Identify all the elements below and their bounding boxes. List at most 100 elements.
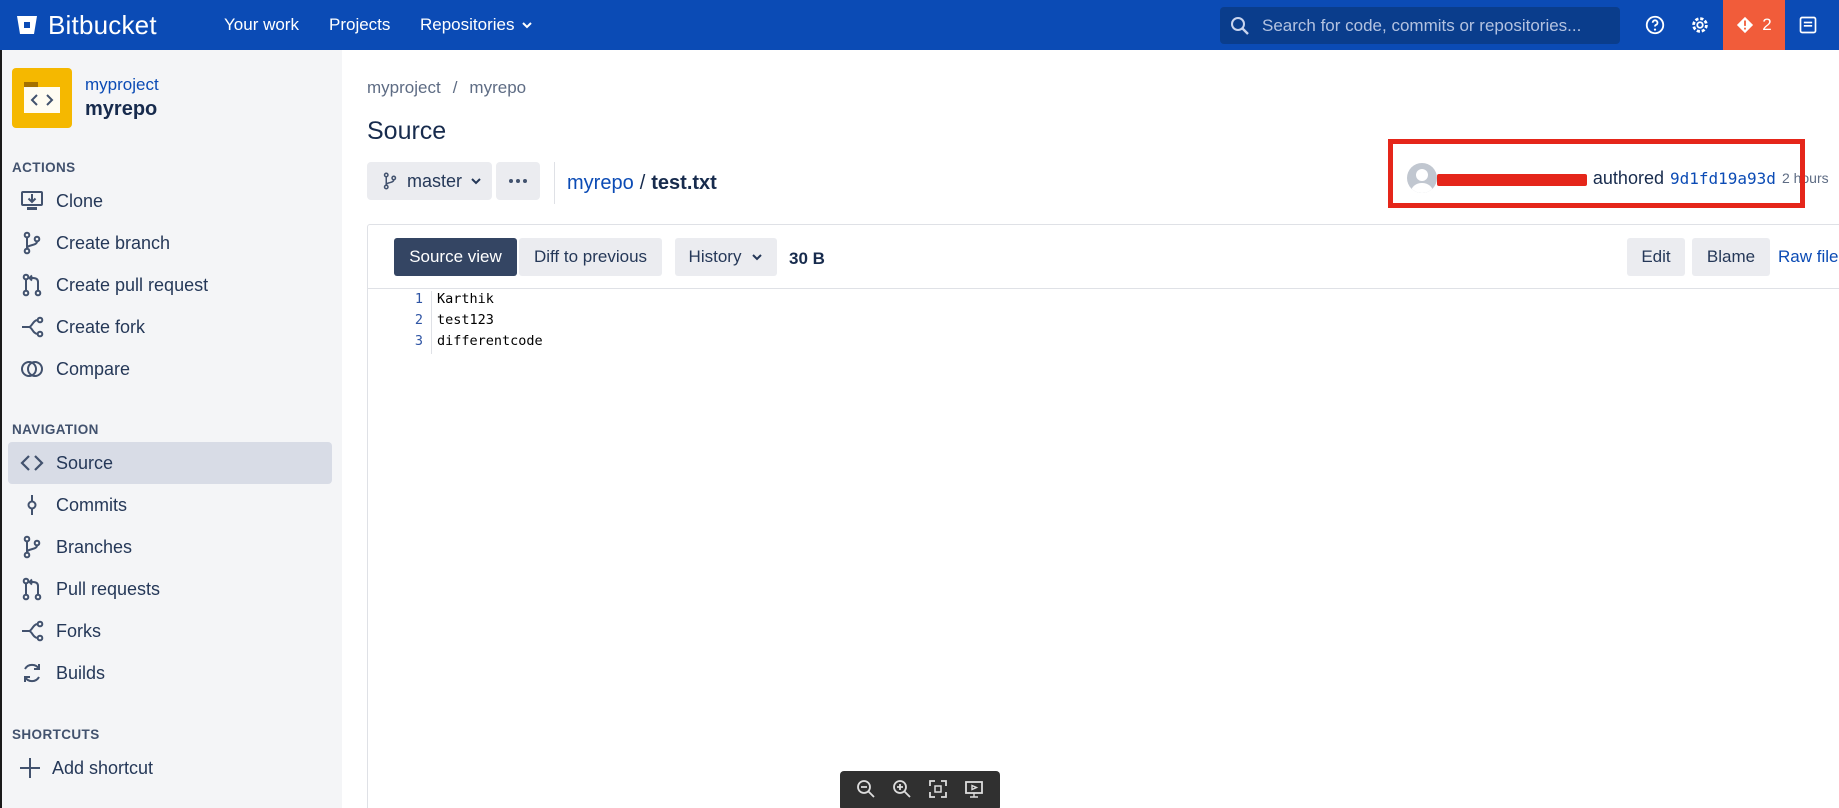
sidebar-item-branches[interactable]: Branches <box>8 526 332 568</box>
file-path: myrepo / test.txt <box>567 172 717 195</box>
annotation-highlight-box <box>1388 139 1805 208</box>
diff-to-previous-button[interactable]: Diff to previous <box>519 238 662 276</box>
branch-selector[interactable]: master <box>367 162 492 200</box>
navigation-section-title: NAVIGATION <box>12 422 99 437</box>
file-viewer: Source view Diff to previous History 30 … <box>367 224 1839 808</box>
zoom-in-button[interactable] <box>892 779 912 804</box>
blame-button[interactable]: Blame <box>1692 238 1770 276</box>
settings-icon <box>1692 17 1708 33</box>
help-icon <box>1645 15 1665 35</box>
profile-card-icon <box>1799 16 1817 34</box>
help-button[interactable] <box>1643 13 1667 37</box>
code-line: 1 Karthik <box>368 291 494 312</box>
sidebar-item-label: Builds <box>56 662 106 683</box>
nav-projects[interactable]: Projects <box>329 15 390 35</box>
chevron-down-icon <box>521 22 532 29</box>
profile-button[interactable] <box>1796 13 1820 37</box>
file-toolbar: Source view Diff to previous History 30 … <box>368 225 1839 289</box>
sidebar-item-label: Pull requests <box>56 578 161 599</box>
repo-name[interactable]: myrepo <box>85 96 159 122</box>
line-text: test123 <box>437 312 494 328</box>
fit-screen-button[interactable] <box>928 779 948 804</box>
branch-icon <box>23 231 41 255</box>
zoom-out-button[interactable] <box>856 779 876 804</box>
compare-icon <box>21 361 43 377</box>
sidebar-item-builds[interactable]: Builds <box>8 652 332 694</box>
sidebar-item-label: Branches <box>56 536 133 557</box>
sidebar-item-label: Forks <box>56 620 101 641</box>
divider <box>554 162 555 204</box>
alert-count: 2 <box>1762 15 1772 34</box>
plus-icon <box>20 758 40 778</box>
file-path-separator: / <box>639 172 646 194</box>
sidebar-item-create-pull-request[interactable]: Create pull request <box>8 264 332 306</box>
repo-avatar[interactable] <box>12 68 72 128</box>
zoom-in-icon <box>893 779 911 798</box>
code-line: 3 differentcode <box>368 333 543 354</box>
raw-file-link[interactable]: Raw file <box>1778 238 1839 276</box>
settings-button[interactable] <box>1688 13 1712 37</box>
breadcrumb: myproject / myrepo <box>367 78 526 98</box>
file-size: 30 B <box>789 249 825 268</box>
nav-repositories-label: Repositories <box>420 15 515 34</box>
brand-name: Bitbucket <box>48 10 157 40</box>
nav-repositories-dropdown[interactable]: Repositories <box>420 15 533 35</box>
zoom-out-icon <box>857 779 875 798</box>
repo-header: myproject myrepo <box>12 68 159 128</box>
add-shortcut-label: Add shortcut <box>52 757 154 778</box>
commit-icon <box>27 495 37 515</box>
source-view-button[interactable]: Source view <box>394 238 517 276</box>
history-dropdown[interactable]: History <box>675 238 777 276</box>
sidebar-item-source[interactable]: Source <box>8 442 332 484</box>
fit-screen-icon <box>929 779 947 798</box>
line-text: Karthik <box>437 291 494 307</box>
sidebar-item-pull-requests[interactable]: Pull requests <box>8 568 332 610</box>
pull-request-icon <box>22 577 42 601</box>
code-icon <box>20 455 44 471</box>
sidebar-item-forks[interactable]: Forks <box>8 610 332 652</box>
chevron-down-icon <box>752 254 763 261</box>
present-button[interactable] <box>964 779 984 804</box>
edit-button[interactable]: Edit <box>1627 238 1685 276</box>
alert-icon <box>1737 16 1754 34</box>
line-text: differentcode <box>437 333 543 349</box>
branch-icon <box>23 535 41 559</box>
sidebar-item-commits[interactable]: Commits <box>8 484 332 526</box>
breadcrumb-repo[interactable]: myrepo <box>469 78 526 98</box>
line-number[interactable]: 1 <box>368 291 431 312</box>
sidebar-item-create-fork[interactable]: Create fork <box>8 306 332 348</box>
branch-icon <box>383 172 397 190</box>
chevron-down-icon <box>471 178 481 185</box>
zoom-toolbar <box>840 771 1000 808</box>
sidebar-item-label: Commits <box>56 494 127 515</box>
alerts-button[interactable]: 2 <box>1723 0 1785 50</box>
clone-icon <box>21 191 43 210</box>
fork-icon <box>22 620 44 642</box>
fork-icon <box>22 316 44 338</box>
sidebar-item-compare[interactable]: Compare <box>8 348 332 390</box>
branch-name: master <box>407 170 463 191</box>
search-box[interactable] <box>1220 7 1620 44</box>
file-path-repo[interactable]: myrepo <box>567 172 634 195</box>
line-number[interactable]: 3 <box>368 333 431 354</box>
search-input[interactable] <box>1262 15 1612 36</box>
folder-code-icon <box>24 82 60 113</box>
sidebar-item-create-branch[interactable]: Create branch <box>8 222 332 264</box>
present-icon <box>965 780 983 798</box>
bitbucket-logo[interactable]: Bitbucket <box>16 12 157 38</box>
sidebar-item-label: Create fork <box>56 316 146 337</box>
add-shortcut-button[interactable]: Add shortcut <box>8 747 332 789</box>
more-actions-button[interactable] <box>496 162 540 200</box>
shortcuts-section-title: SHORTCUTS <box>12 727 100 742</box>
page-title: Source <box>367 117 447 145</box>
sidebar-item-label: Create pull request <box>56 274 209 295</box>
sidebar-item-label: Clone <box>56 190 104 211</box>
sidebar-item-label: Create branch <box>56 232 171 253</box>
history-label: History <box>688 247 742 266</box>
project-link[interactable]: myproject <box>85 74 159 96</box>
builds-icon <box>24 663 40 683</box>
nav-your-work[interactable]: Your work <box>224 15 299 35</box>
sidebar-item-clone[interactable]: Clone <box>8 180 332 222</box>
breadcrumb-project[interactable]: myproject <box>367 78 441 98</box>
line-number[interactable]: 2 <box>368 312 431 333</box>
